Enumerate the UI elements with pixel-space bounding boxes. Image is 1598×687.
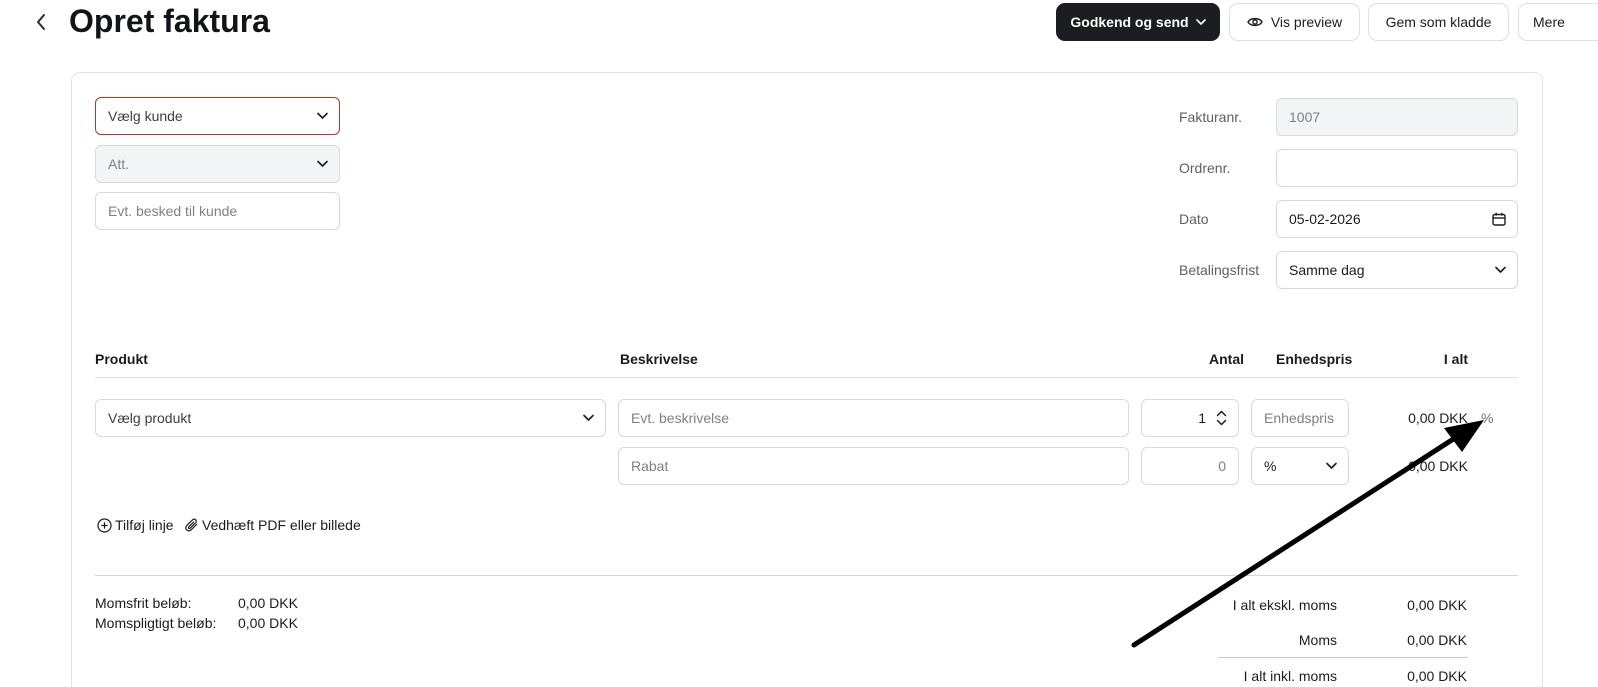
line-description-placeholder: Evt. beskrivelse [631, 410, 730, 426]
invoice-number-value: 1007 [1289, 109, 1321, 125]
vat-exempt-label: Momsfrit beløb: [95, 595, 192, 611]
attach-file-label: Vedhæft PDF eller billede [202, 517, 361, 533]
total-excl-vat-value: 0,00 DKK [1407, 597, 1467, 613]
date-label: Dato [1179, 211, 1209, 227]
quantity-value: 1 [1198, 410, 1206, 426]
total-incl-vat-label: I alt inkl. moms [1243, 668, 1337, 684]
calendar-icon[interactable] [1492, 212, 1506, 226]
date-value: 05-02-2026 [1289, 211, 1361, 227]
att-select-placeholder: Att. [108, 156, 130, 172]
column-header-description: Beskrivelse [620, 351, 698, 367]
column-header-product: Produkt [95, 351, 148, 367]
discount-total: 0,00 DKK [1408, 458, 1468, 474]
discount-unit-value: % [1264, 458, 1277, 474]
vat-label: Moms [1298, 632, 1337, 648]
customer-select-placeholder: Vælg kunde [108, 108, 183, 124]
total-excl-vat-label: I alt ekskl. moms [1232, 597, 1337, 613]
more-button[interactable]: Mere [1518, 3, 1598, 41]
customer-message-placeholder: Evt. besked til kunde [108, 203, 238, 219]
discount-description-input[interactable]: Rabat [618, 447, 1129, 485]
discount-description-placeholder: Rabat [631, 458, 669, 474]
payment-terms-label: Betalingsfrist [1179, 262, 1260, 278]
product-select-placeholder: Vælg produkt [108, 410, 192, 426]
more-label: Mere [1533, 14, 1565, 30]
discount-amount-placeholder: 0 [1218, 458, 1226, 474]
save-draft-label: Gem som kladde [1385, 14, 1492, 30]
invoice-number-label: Fakturanr. [1179, 109, 1243, 125]
stepper-arrows-icon[interactable] [1216, 410, 1227, 426]
totals-divider [1218, 657, 1468, 658]
chevron-down-icon [583, 414, 594, 422]
add-line-button[interactable]: Tilføj linje [97, 517, 174, 533]
paperclip-icon [185, 518, 198, 531]
attach-file-button[interactable]: Vedhæft PDF eller billede [185, 517, 361, 533]
customer-message-input[interactable]: Evt. besked til kunde [95, 192, 340, 230]
back-button[interactable] [30, 9, 52, 35]
chevron-down-icon [1326, 462, 1337, 470]
date-input[interactable]: 05-02-2026 [1276, 200, 1518, 238]
unit-price-placeholder: Enhedspris [1264, 410, 1335, 426]
payment-terms-select[interactable]: Samme dag [1276, 251, 1518, 289]
vat-exempt-value: 0,00 DKK [238, 595, 298, 611]
att-select[interactable]: Att. [95, 145, 340, 183]
vat-liable-label: Momspligtigt beløb: [95, 615, 217, 631]
quantity-stepper[interactable]: 1 [1141, 399, 1239, 437]
approve-send-label: Godkend og send [1070, 14, 1189, 30]
chevron-down-icon [317, 112, 328, 120]
summary-divider [95, 575, 1518, 576]
vat-liable-value: 0,00 DKK [238, 615, 298, 631]
chevron-down-icon [1195, 19, 1206, 25]
discount-toggle-button[interactable]: % [1481, 410, 1493, 426]
plus-circle-icon [97, 517, 112, 533]
order-number-input[interactable] [1276, 149, 1518, 187]
approve-send-button[interactable]: Godkend og send [1056, 3, 1220, 41]
discount-unit-select[interactable]: % [1251, 447, 1349, 485]
product-select[interactable]: Vælg produkt [95, 399, 606, 437]
order-number-label: Ordrenr. [1179, 160, 1231, 176]
eye-icon [1247, 16, 1263, 28]
vat-value: 0,00 DKK [1407, 632, 1467, 648]
table-header-divider [95, 377, 1518, 378]
payment-terms-value: Samme dag [1289, 262, 1365, 278]
discount-amount-input[interactable]: 0 [1141, 447, 1239, 485]
save-draft-button[interactable]: Gem som kladde [1368, 3, 1509, 41]
column-header-quantity: Antal [1209, 351, 1244, 367]
line-description-input[interactable]: Evt. beskrivelse [618, 399, 1129, 437]
add-line-label: Tilføj linje [115, 517, 174, 533]
chevron-down-icon [1495, 266, 1506, 274]
chevron-down-icon [317, 160, 328, 168]
column-header-unit-price: Enhedspris [1276, 351, 1353, 367]
line-total: 0,00 DKK [1408, 410, 1468, 426]
preview-label: Vis preview [1270, 14, 1343, 30]
customer-select[interactable]: Vælg kunde [95, 97, 340, 135]
chevron-left-icon [37, 14, 45, 30]
unit-price-input[interactable]: Enhedspris [1251, 399, 1349, 437]
preview-button[interactable]: Vis preview [1229, 3, 1360, 41]
invoice-number-field: 1007 [1276, 98, 1518, 136]
column-header-total: I alt [1443, 351, 1468, 367]
page-title: Opret faktura [69, 3, 270, 39]
total-incl-vat-value: 0,00 DKK [1407, 668, 1467, 684]
